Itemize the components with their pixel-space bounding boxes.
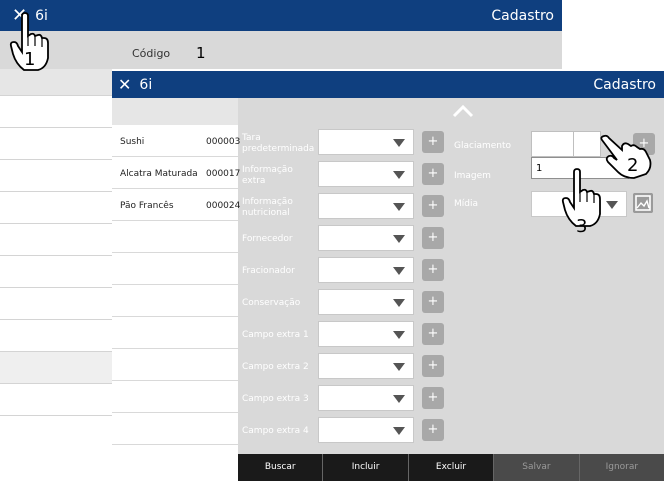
field-select[interactable] [318, 321, 414, 347]
list-item[interactable]: Sushi 000003 [112, 125, 241, 157]
list-item[interactable] [112, 381, 238, 413]
field-label: Campo extra 4 [242, 426, 309, 436]
app-name: 6i [139, 76, 153, 93]
field-select[interactable] [318, 161, 414, 187]
list-item[interactable] [112, 253, 238, 285]
list-item[interactable]: Alcatra Maturada 000017 [112, 157, 241, 189]
add-button[interactable]: + [422, 163, 444, 185]
image-picker-icon[interactable] [633, 193, 653, 213]
back-list-row[interactable] [0, 352, 112, 384]
add-button[interactable]: + [422, 323, 444, 345]
field-select[interactable] [318, 225, 414, 251]
chevron-down-icon [393, 235, 405, 243]
front-window: ✕ 6i Cadastro Sushi 000003 Alcatra Matur… [112, 71, 664, 481]
window-title: Cadastro [593, 76, 656, 93]
back-list [0, 69, 112, 481]
excluir-button[interactable]: Excluir [409, 454, 495, 481]
ignorar-button[interactable]: Ignorar [579, 454, 664, 481]
step-number: 1 [24, 49, 36, 70]
dropdown-option[interactable]: 1 [536, 163, 542, 174]
close-icon[interactable]: ✕ [118, 76, 131, 93]
item-name: Pão Francês [120, 201, 174, 211]
back-list-row[interactable] [0, 288, 112, 320]
back-list-row[interactable] [0, 96, 112, 128]
product-list: Sushi 000003 Alcatra Maturada 000017 Pão… [112, 98, 241, 481]
chevron-down-icon [393, 171, 405, 179]
midia-label: Mídia [454, 199, 478, 209]
add-button[interactable]: + [422, 291, 444, 313]
field-select[interactable] [318, 417, 414, 443]
list-item[interactable] [112, 317, 238, 349]
field-select[interactable] [318, 129, 414, 155]
add-button[interactable]: + [422, 131, 444, 153]
field-select[interactable] [318, 193, 414, 219]
field-label: Conservação [242, 298, 301, 308]
add-button[interactable]: + [422, 419, 444, 441]
chevron-down-icon [393, 331, 405, 339]
item-code: 000017 [206, 169, 241, 179]
field-select[interactable] [318, 353, 414, 379]
field-label: Campo extra 1 [242, 330, 309, 340]
field-select[interactable] [318, 257, 414, 283]
step-number: 3 [576, 216, 588, 237]
front-titlebar: ✕ 6i Cadastro [112, 71, 664, 98]
back-list-row[interactable] [0, 256, 112, 288]
field-label: Fracionador [242, 266, 295, 276]
add-button[interactable]: + [422, 387, 444, 409]
salvar-button[interactable]: Salvar [494, 454, 580, 481]
back-list-row[interactable] [0, 224, 112, 256]
window-title: Cadastro [491, 7, 554, 24]
list-header [112, 98, 238, 125]
field-label: Campo extra 3 [242, 394, 309, 404]
back-header-area [0, 31, 562, 69]
list-item[interactable]: Pão Francês 000024 [112, 189, 241, 221]
chevron-down-icon [393, 363, 405, 371]
back-list-row[interactable] [0, 192, 112, 224]
list-item[interactable] [112, 285, 238, 317]
add-button[interactable]: + [422, 227, 444, 249]
imagem-label: Imagem [454, 171, 491, 181]
back-titlebar: ✕ 6i Cadastro [0, 0, 562, 31]
chevron-up-icon[interactable] [452, 104, 474, 118]
list-item[interactable] [112, 221, 238, 253]
item-name: Sushi [120, 137, 145, 147]
chevron-down-icon [393, 299, 405, 307]
back-list-row[interactable] [0, 160, 112, 192]
item-code: 000024 [206, 201, 241, 211]
step-number: 2 [627, 155, 639, 176]
codigo-label: Código [132, 47, 171, 60]
add-button[interactable]: + [422, 259, 444, 281]
field-label: Informação extra [242, 165, 293, 186]
chevron-down-icon [393, 395, 405, 403]
chevron-down-icon [393, 427, 405, 435]
codigo-value: 1 [196, 44, 206, 62]
incluir-button[interactable]: Incluir [323, 454, 409, 481]
hand-pointer-icon [600, 134, 652, 179]
field-label: Fornecedor [242, 234, 293, 244]
field-label: Tara predeterminada [242, 133, 315, 154]
list-item[interactable] [112, 349, 238, 381]
add-button[interactable]: + [422, 195, 444, 217]
chevron-down-icon [393, 203, 405, 211]
field-select[interactable] [318, 385, 414, 411]
chevron-down-icon [393, 139, 405, 147]
glaciamento-label: Glaciamento [454, 141, 511, 151]
item-code: 000003 [206, 137, 241, 147]
list-item[interactable] [112, 413, 238, 445]
field-label: Campo extra 2 [242, 362, 309, 372]
field-label: Informação nutricional [242, 197, 293, 218]
bottom-toolbar: Buscar Incluir Excluir Salvar Ignorar [238, 454, 664, 481]
back-list-row[interactable] [0, 128, 112, 160]
chevron-down-icon [606, 201, 618, 209]
item-name: Alcatra Maturada [120, 169, 198, 179]
back-list-row[interactable] [0, 320, 112, 352]
buscar-button[interactable]: Buscar [238, 454, 324, 481]
field-select[interactable] [318, 289, 414, 315]
back-list-row[interactable] [0, 384, 112, 416]
chevron-down-icon [393, 267, 405, 275]
glaciamento-input[interactable] [531, 131, 601, 158]
add-button[interactable]: + [422, 355, 444, 377]
